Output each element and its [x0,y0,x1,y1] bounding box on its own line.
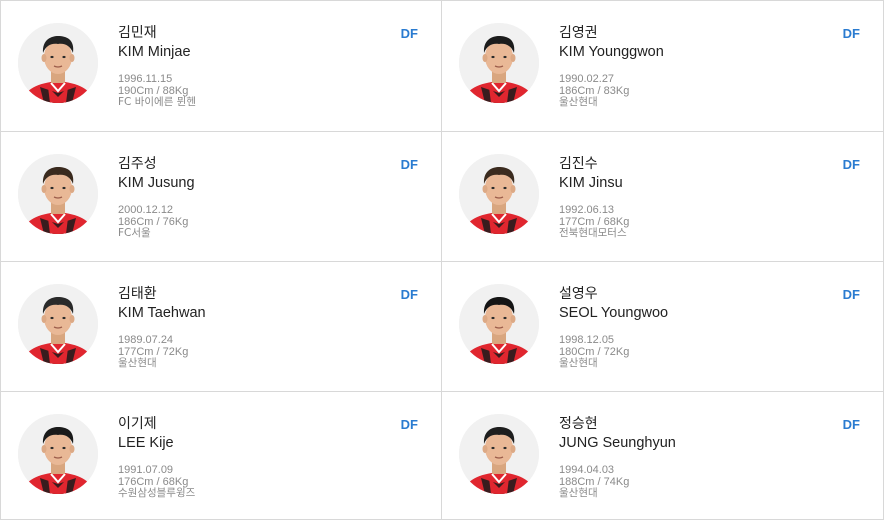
player-photo-icon [459,414,539,494]
player-club: 울산현대 [559,96,598,108]
player-card[interactable]: 정승현 JUNG Seunghyun 1994.04.03 188Cm / 74… [442,392,884,520]
player-info: 1996.11.15 190Cm / 88Kg FC 바이에른 뮌헨 [118,73,197,109]
player-birthdate: 1994.04.03 [559,464,615,476]
player-position-badge: DF [400,157,418,172]
player-english-name: KIM Jinsu [559,175,623,191]
player-birthdate: 1992.06.13 [559,204,615,216]
player-position-badge: DF [842,26,860,41]
player-korean-name: 김영권 [559,25,598,41]
player-korean-name: 김태환 [118,286,157,302]
player-birthdate: 1998.12.05 [559,334,615,346]
player-club: FC 바이에른 뮌헨 [118,96,197,108]
player-photo-icon [18,414,98,494]
player-photo-icon [459,23,539,103]
player-english-name: SEOL Youngwoo [559,305,669,321]
player-korean-name: 김진수 [559,156,598,172]
player-korean-name: 정승현 [559,416,598,432]
player-birthdate: 1990.02.27 [559,73,615,85]
player-birthdate: 1989.07.24 [118,334,174,346]
player-info: 1991.07.09 176Cm / 68Kg 수원삼성블루윙즈 [118,464,196,500]
player-photo-icon [459,154,539,234]
player-club: 울산현대 [559,487,598,499]
player-card[interactable]: 이기제 LEE Kije 1991.07.09 176Cm / 68Kg 수원삼… [0,392,442,520]
player-info: 2000.12.12 186Cm / 76Kg FC서울 [118,204,188,240]
player-position-badge: DF [842,417,860,432]
player-english-name: KIM Jusung [118,175,195,191]
player-position-badge: DF [400,417,418,432]
player-card[interactable]: 김민재 KIM Minjae 1996.11.15 190Cm / 88Kg F… [0,1,442,132]
player-card[interactable]: 김태환 KIM Taehwan 1989.07.24 177Cm / 72Kg … [0,262,442,392]
player-card[interactable]: 김주성 KIM Jusung 2000.12.12 186Cm / 76Kg F… [0,132,442,262]
player-korean-name: 김주성 [118,156,157,172]
player-club: 전북현대모터스 [559,227,627,239]
player-club: FC서울 [118,227,151,239]
player-english-name: JUNG Seunghyun [559,435,676,451]
player-position-badge: DF [842,287,860,302]
player-english-name: KIM Minjae [118,44,191,60]
player-birthdate: 1991.07.09 [118,464,174,476]
player-info: 1994.04.03 188Cm / 74Kg 울산현대 [559,464,629,500]
player-club: 수원삼성블루윙즈 [118,487,196,499]
player-english-name: KIM Taehwan [118,305,206,321]
player-english-name: LEE Kije [118,435,174,451]
player-position-badge: DF [842,157,860,172]
player-photo-icon [459,284,539,364]
player-photo-icon [18,284,98,364]
player-card[interactable]: 설영우 SEOL Youngwoo 1998.12.05 180Cm / 72K… [442,262,884,392]
player-grid: 김민재 KIM Minjae 1996.11.15 190Cm / 88Kg F… [0,0,884,520]
player-english-name: KIM Younggwon [559,44,664,60]
player-position-badge: DF [400,26,418,41]
player-info: 1998.12.05 180Cm / 72Kg 울산현대 [559,334,629,370]
player-club: 울산현대 [559,357,598,369]
player-card[interactable]: 김진수 KIM Jinsu 1992.06.13 177Cm / 68Kg 전북… [442,132,884,262]
player-korean-name: 김민재 [118,25,157,41]
player-korean-name: 설영우 [559,286,598,302]
player-info: 1989.07.24 177Cm / 72Kg 울산현대 [118,334,188,370]
player-info: 1992.06.13 177Cm / 68Kg 전북현대모터스 [559,204,629,240]
player-photo-icon [18,23,98,103]
player-birthdate: 1996.11.15 [118,73,173,85]
player-card[interactable]: 김영권 KIM Younggwon 1990.02.27 186Cm / 83K… [442,1,884,132]
player-info: 1990.02.27 186Cm / 83Kg 울산현대 [559,73,629,109]
player-korean-name: 이기제 [118,416,157,432]
player-club: 울산현대 [118,357,157,369]
player-birthdate: 2000.12.12 [118,204,174,216]
player-position-badge: DF [400,287,418,302]
player-photo-icon [18,154,98,234]
